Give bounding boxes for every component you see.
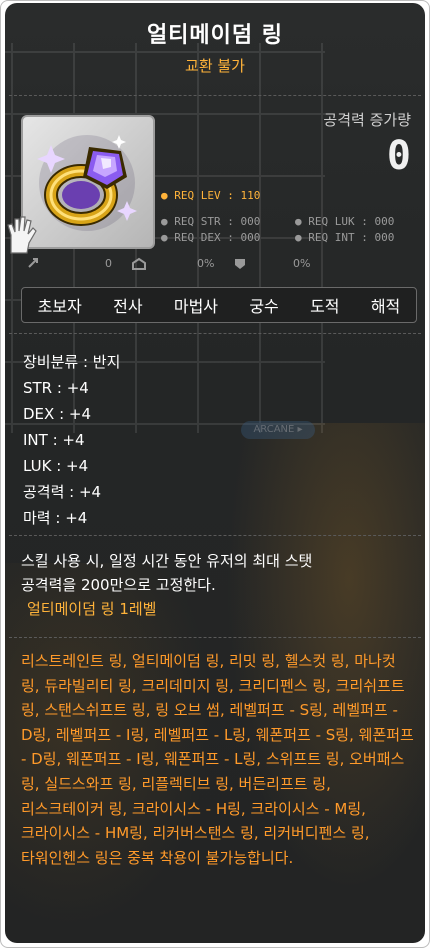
req-dex: ● REQ DEX : 000 [161,231,261,244]
divider [9,95,421,96]
stat-int: INT : +4 [23,431,85,449]
cursor-glove-icon [7,216,37,254]
divider [9,637,421,638]
description-line-2: 공격력을 200만으로 고정한다. [21,576,216,594]
req-int: ● REQ INT : 000 [295,231,395,244]
potential-icon [131,257,147,274]
req-luk: ● REQ LUK : 000 [295,215,395,228]
job-pirate: 해적 [370,297,401,316]
divider [9,333,421,334]
skill-description: 스킬 사용 시, 일정 시간 동안 유저의 최대 스탯 공격력을 200만으로 … [21,549,417,621]
upgrade-arrow-icon [27,257,43,272]
background-arcane-button: ARCANE ▸ [241,421,315,439]
shield-icon [233,257,247,274]
stat-magic: 마력 : +4 [23,509,88,527]
item-name: 얼티메이덤 링 [146,23,284,48]
second-percent-value: 0% [293,257,311,270]
trade-status: 교환 불가 [185,57,245,75]
job-warrior: 전사 [113,297,143,316]
stat-luk: LUK : +4 [23,457,89,475]
tooltip-frame: ARCANE ▸ 얼티메이덤 링 교환 불가 공격력 증가량 0 ● REQ L… [0,0,430,948]
first-percent-value: 0% [197,257,215,270]
job-magician: 마법사 [173,297,219,316]
duplicate-equip-warning: 리스트레인트 링, 얼티메이덤 링, 리밋 링, 헬스컷 링, 마나컷 링, 듀… [21,652,414,867]
attack-increase-value: 0 [386,133,411,179]
req-level: ● REQ LEV : 110 [161,189,261,202]
description-line-1: 스킬 사용 시, 일정 시간 동안 유저의 최대 스탯 [21,552,313,570]
stat-dex: DEX : +4 [23,405,92,423]
item-icon-frame [21,115,155,249]
job-thief: 도적 [310,297,340,316]
job-requirements-bar: 초보자 전사 마법사 궁수 도적 해적 [21,287,417,323]
divider [9,535,421,536]
attack-increase-label: 공격력 증가량 [323,111,411,129]
purple-gem-gold-ring-icon [37,135,137,231]
stat-attack: 공격력 : +4 [23,483,102,501]
item-tooltip-panel: ARCANE ▸ 얼티메이덤 링 교환 불가 공격력 증가량 0 ● REQ L… [5,3,425,943]
req-str: ● REQ STR : 000 [161,215,261,228]
stat-str: STR : +4 [23,379,89,397]
stat-category: 장비분류 : 반지 [23,353,121,371]
upgrade-count-value: 0 [105,257,112,270]
job-beginner: 초보자 [37,297,82,316]
stat-list: 장비분류 : 반지 STR : +4 DEX : +4 INT : +4 LUK… [23,349,120,531]
job-archer: 궁수 [249,297,279,316]
skill-level: 얼티메이덤 링 1레벨 [27,600,157,618]
